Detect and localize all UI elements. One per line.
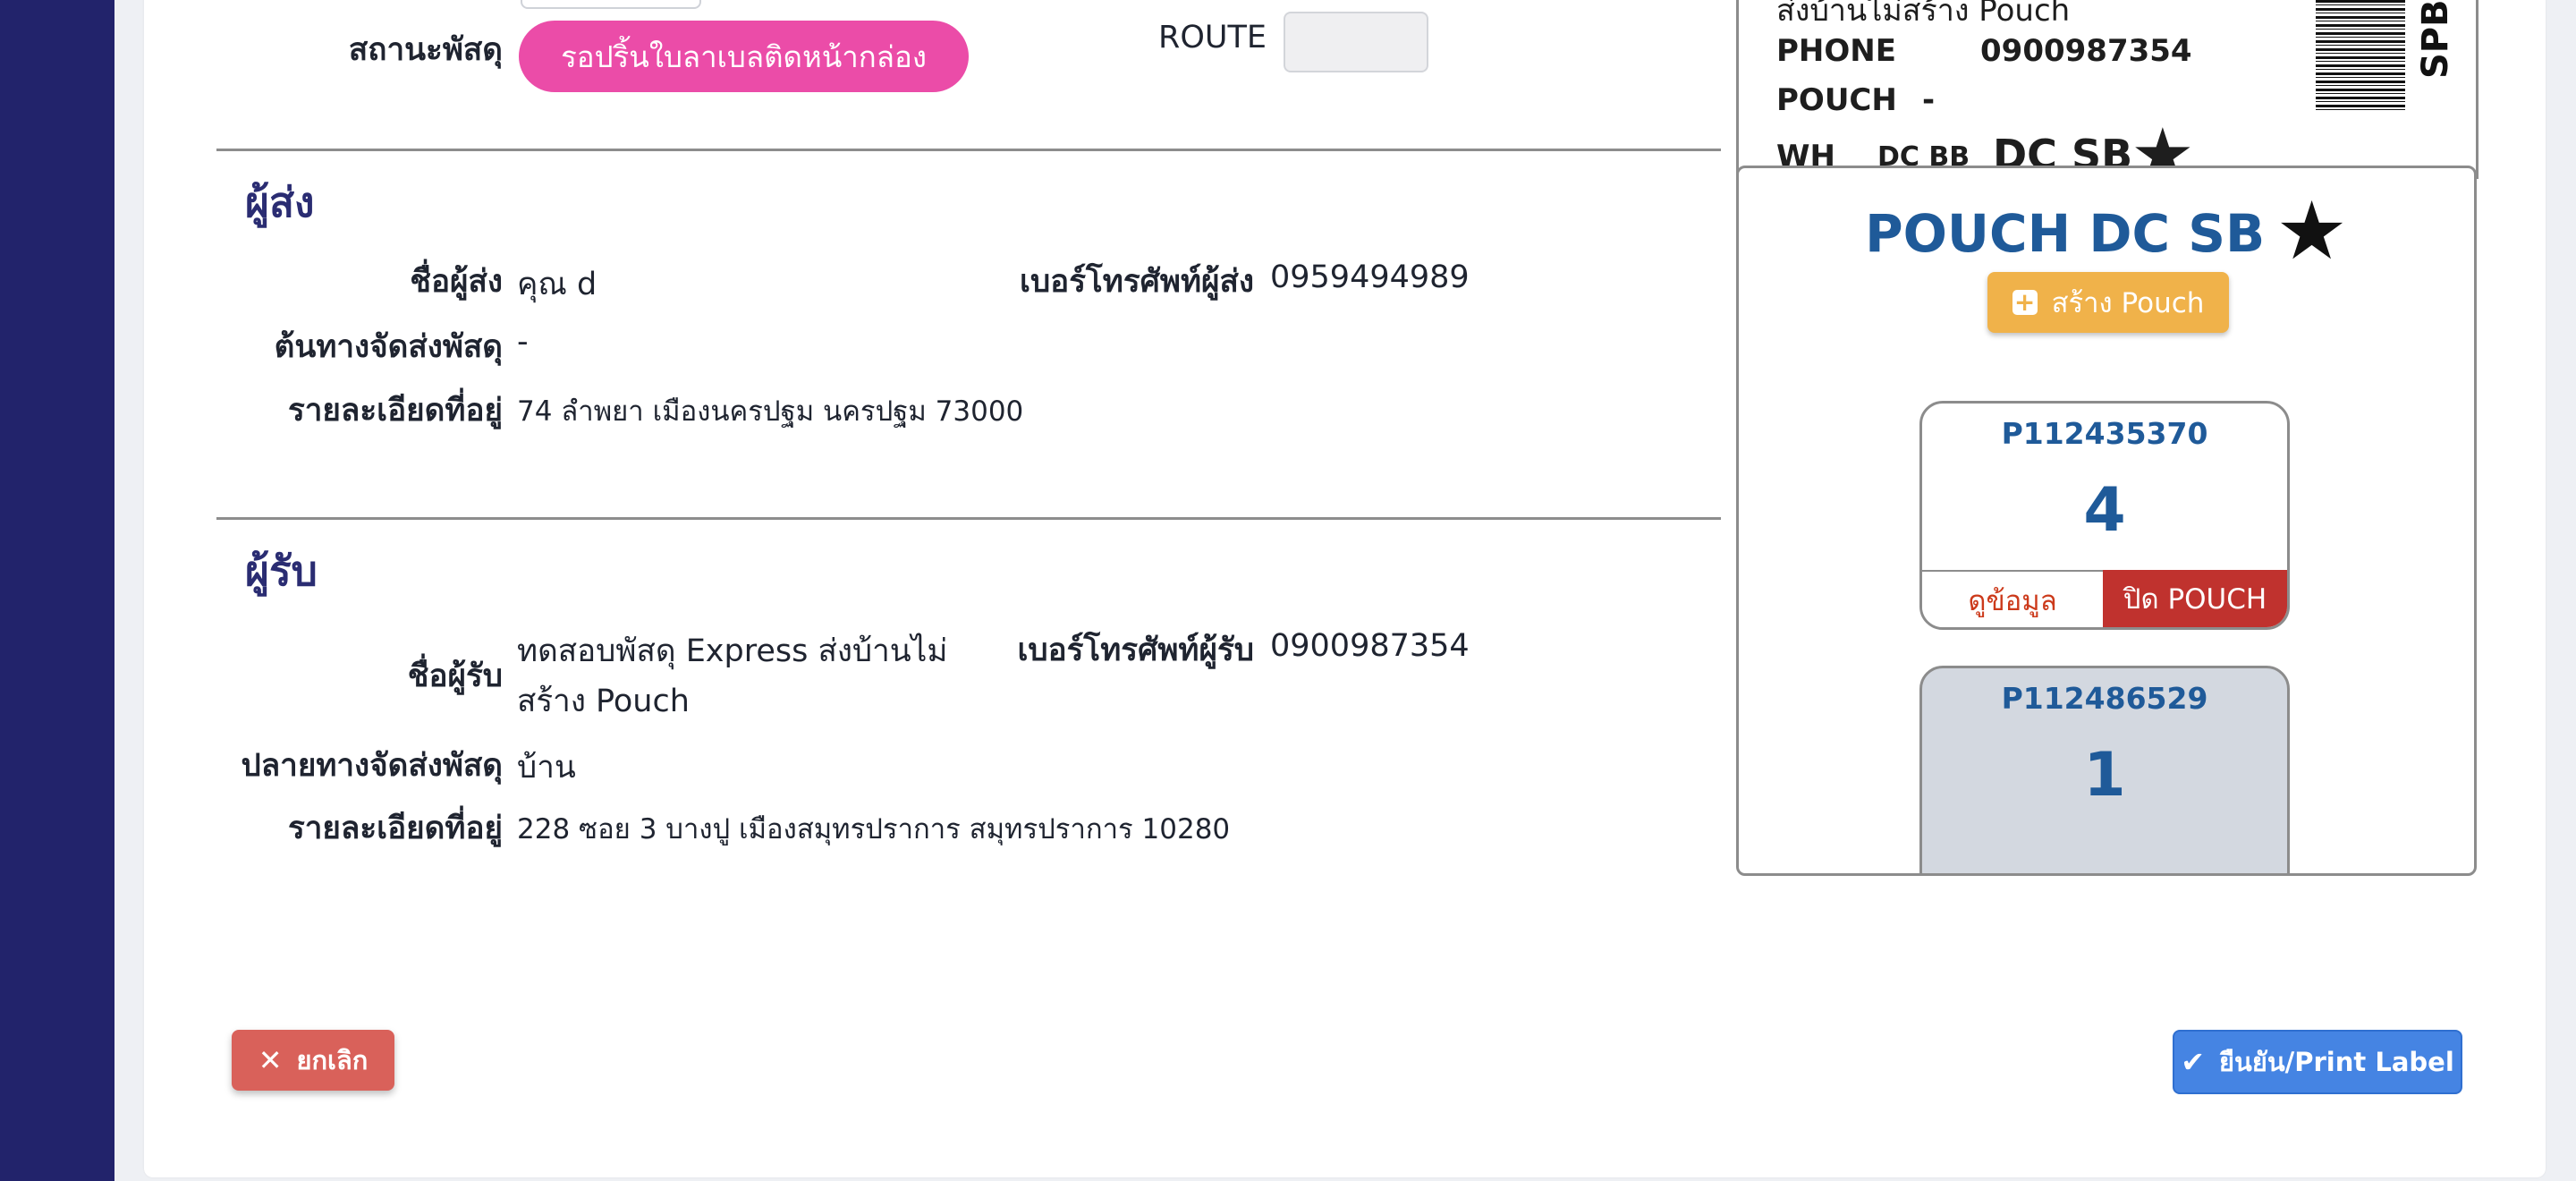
pouch-title-text: POUCH DC SB (1865, 203, 2266, 264)
sender-name-value: คุณ d (517, 267, 597, 302)
sender-address-label: รายละเอียดที่อยู่ (287, 393, 503, 429)
label-pouch-value: - (1922, 82, 1936, 118)
pouch-count: 1 (2083, 740, 2126, 811)
label-receiver-name: ส่งบ้านไม่สร้าง Pouch (1776, 0, 2071, 29)
sender-section-title: ผู้ส่ง (245, 178, 315, 226)
confirm-label: ยืนยัน/Print Label (2219, 1047, 2454, 1077)
receiver-phone-label: เบอร์โทรศัพท์ผู้รับ (1017, 633, 1254, 668)
pouch-panel: POUCH DC SB ★ + สร้าง Pouch P112435370 4 … (1736, 166, 2477, 876)
create-pouch-label: สร้าง Pouch (2051, 287, 2205, 319)
pouch-id: P112435370 (2001, 416, 2208, 451)
sender-phone-label: เบอร์โทรศัพท์ผู้ส่ง (1020, 264, 1254, 300)
pouch-panel-title: POUCH DC SB ★ (1739, 184, 2474, 278)
close-icon: ✕ (258, 1043, 283, 1077)
cancel-label: ยกเลิก (296, 1045, 369, 1075)
receiver-address-value: 228 ซอย 3 บางปู เมืองสมุทรปราการ สมุทรปร… (517, 813, 1231, 845)
barcode-image (2316, 0, 2405, 111)
confirm-print-button[interactable]: ✔ ยืนยัน/Print Label (2173, 1030, 2462, 1094)
cancel-button[interactable]: ✕ ยกเลิก (232, 1030, 394, 1091)
pouch-card: P112486529 1 (1919, 666, 2290, 873)
receiver-name-line2: สร้าง Pouch (517, 684, 690, 719)
label-pouch-key: POUCH (1776, 82, 1897, 118)
sender-origin-value: - (517, 324, 529, 360)
view-pouch-button[interactable]: ดูข้อมูล (1922, 570, 2103, 627)
status-badge: รอปริ้นใบลาเบลติดหน้ากล่อง (519, 21, 969, 92)
sidebar (0, 0, 114, 1181)
pouch-id: P112486529 (2001, 681, 2208, 716)
receiver-section-title: ผู้รับ (245, 547, 318, 595)
sender-address-value: 74 ลำพยา เมืองนครปฐม นครปฐม 73000 (517, 395, 1024, 428)
receiver-name-label: ชื่อผู้รับ (407, 658, 503, 694)
close-pouch-button[interactable]: ปิด POUCH (2103, 570, 2287, 627)
divider (216, 149, 1721, 151)
receiver-destination-label: ปลายทางจัดส่งพัสดุ (241, 748, 504, 784)
create-pouch-button[interactable]: + สร้าง Pouch (1987, 272, 2229, 333)
status-label: สถานะพัสดุ (348, 32, 503, 68)
sender-phone-value: 0959494989 (1270, 259, 1470, 295)
plus-icon: + (2012, 290, 2038, 315)
sender-origin-label: ต้นทางจัดส่งพัสดุ (274, 329, 503, 365)
divider (216, 517, 1721, 520)
route-label: ROUTE (1158, 20, 1267, 55)
pouch-count: 4 (2083, 475, 2126, 546)
sender-name-label: ชื่อผู้ส่ง (410, 264, 503, 300)
label-phone-key: PHONE (1776, 33, 1896, 69)
star-icon: ★ (2275, 184, 2348, 278)
previous-field-edge (521, 0, 701, 9)
receiver-address-label: รายละเอียดที่อยู่ (287, 811, 503, 846)
receiver-phone-value: 0900987354 (1270, 628, 1470, 664)
label-phone-value: 0900987354 (1980, 33, 2192, 69)
receiver-name-line1: ทดสอบพัสดุ Express ส่งบ้านไม่ (517, 633, 948, 669)
receiver-destination-value: บ้าน (517, 750, 576, 786)
label-side-code: SPBD (2415, 0, 2456, 79)
route-input[interactable] (1284, 12, 1428, 72)
pouch-card: P112435370 4 ดูข้อมูล ปิด POUCH (1919, 401, 2290, 630)
check-icon: ✔ (2181, 1045, 2206, 1079)
